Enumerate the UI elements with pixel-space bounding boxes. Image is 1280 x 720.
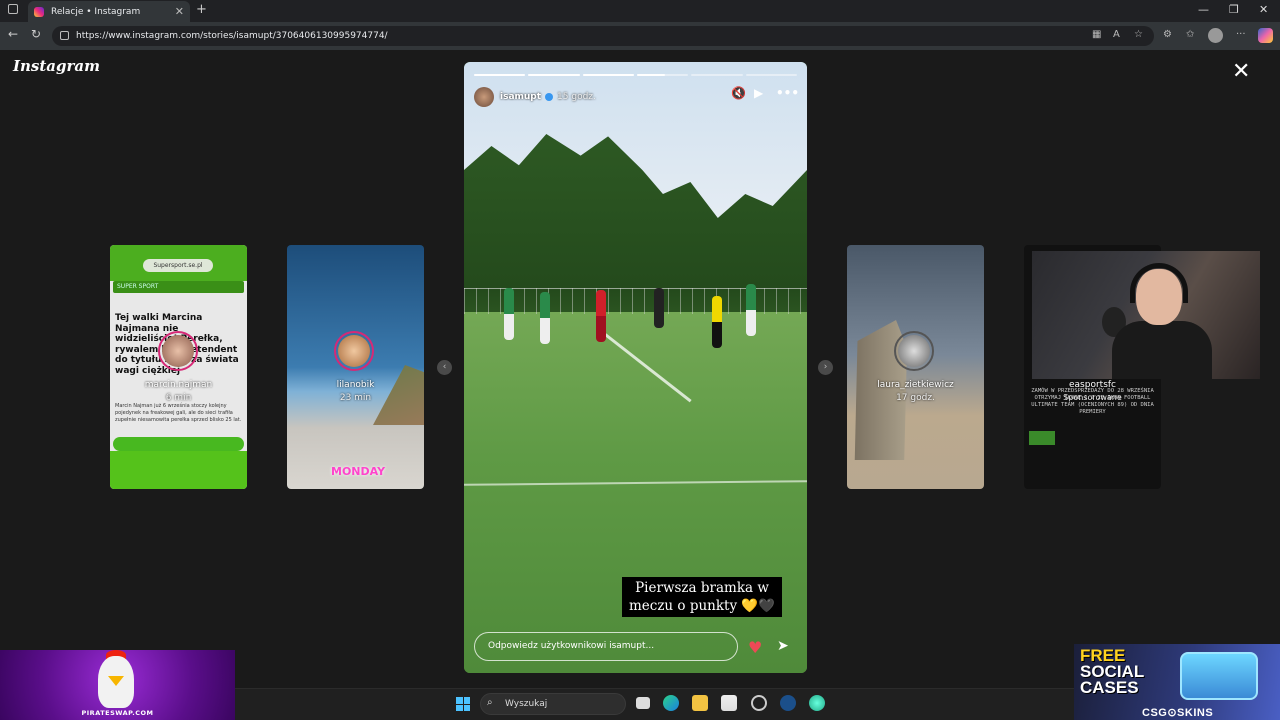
new-tab-icon[interactable]: + bbox=[196, 2, 207, 17]
player bbox=[504, 288, 514, 340]
story-caption: Pierwsza bramka w meczu o punkty 💛🖤 bbox=[622, 577, 782, 617]
story-progress-fill bbox=[637, 74, 666, 76]
extensions-icon[interactable]: ⚙ bbox=[1163, 29, 1172, 40]
story-username: lilanobik bbox=[336, 380, 375, 390]
site-nav-bar bbox=[113, 437, 244, 451]
edge-icon[interactable] bbox=[663, 695, 679, 711]
read-aloud-icon[interactable]: A bbox=[1113, 29, 1120, 40]
player bbox=[746, 284, 756, 336]
windows-taskbar bbox=[235, 688, 1074, 720]
app-available-icon[interactable]: ▦ bbox=[1092, 29, 1101, 40]
favorites-icon[interactable]: ✩ bbox=[1186, 29, 1194, 40]
file-explorer-icon[interactable] bbox=[692, 695, 708, 711]
site-bar: SUPER SPORT bbox=[113, 281, 244, 293]
back-icon[interactable]: ← bbox=[8, 27, 18, 41]
active-story[interactable]: isamupt 15 godz. 🔇 ▶ ••• Pierwsza bramka… bbox=[464, 62, 807, 673]
instagram-logo[interactable]: Instagram bbox=[13, 57, 100, 75]
article-body: Marcin Najman już 6 września stoczy kole… bbox=[115, 403, 242, 423]
player bbox=[596, 290, 606, 342]
browser-tab-bar: Relacje • Instagram ✕ + — ❐ ✕ bbox=[0, 0, 1280, 22]
reply-input[interactable]: Odpowiedz użytkownikowi isamupt... bbox=[474, 632, 738, 661]
close-tab-icon[interactable]: ✕ bbox=[175, 5, 184, 18]
story-username: laura_zietkiewicz bbox=[877, 380, 954, 390]
send-icon[interactable]: ➤ bbox=[777, 638, 789, 654]
close-stories-icon[interactable]: ✕ bbox=[1232, 61, 1250, 83]
story-avatar[interactable] bbox=[474, 87, 494, 107]
url-field[interactable]: https://www.instagram.com/stories/isamup… bbox=[52, 26, 1154, 46]
site-info-icon[interactable] bbox=[60, 31, 69, 40]
mute-icon[interactable]: 🔇 bbox=[731, 86, 746, 100]
avatar bbox=[158, 331, 198, 371]
streamer-webcam bbox=[1032, 251, 1260, 379]
story-username[interactable]: isamupt bbox=[500, 92, 541, 102]
refresh-icon[interactable]: ↻ bbox=[31, 27, 41, 41]
story-progress-segment bbox=[745, 74, 797, 76]
restore-icon[interactable]: ❐ bbox=[1229, 3, 1239, 16]
story-preview-laura-zietkiewicz[interactable]: laura_zietkiewicz 17 godz. bbox=[847, 245, 984, 489]
steam-icon[interactable] bbox=[780, 695, 796, 711]
minimize-icon[interactable]: — bbox=[1198, 3, 1209, 16]
browser-address-bar: ← ↻ https://www.instagram.com/stories/is… bbox=[0, 22, 1280, 50]
copilot-icon[interactable] bbox=[1258, 28, 1273, 43]
player bbox=[654, 288, 664, 328]
story-header: isamupt 15 godz. bbox=[474, 86, 799, 108]
pirateswap-brand: PIRATESWAP.COM bbox=[81, 709, 154, 717]
more-options-icon[interactable]: ··· bbox=[1236, 29, 1246, 40]
avatar bbox=[894, 331, 934, 371]
previous-story-icon[interactable]: ‹ bbox=[437, 360, 452, 375]
browser-tab-instagram[interactable]: Relacje • Instagram ✕ bbox=[28, 1, 190, 22]
story-progress-fill bbox=[528, 74, 580, 76]
card-footer bbox=[110, 451, 247, 489]
player bbox=[712, 296, 722, 348]
monday-sticker: MONDAY bbox=[331, 465, 386, 478]
story-time: 23 min bbox=[339, 393, 372, 403]
store-icon[interactable] bbox=[721, 695, 737, 711]
csgo-brand: CSG⊙SKINS bbox=[1142, 707, 1214, 719]
play-icon[interactable]: ▶ bbox=[754, 86, 763, 100]
source-pill: Supersport.se.pl bbox=[143, 259, 213, 272]
story-time: 17 godz. bbox=[896, 393, 935, 403]
story-progress-segment bbox=[691, 74, 743, 76]
globe-app-icon[interactable] bbox=[809, 695, 825, 711]
url-text: https://www.instagram.com/stories/isamup… bbox=[76, 31, 388, 41]
instagram-favicon-icon bbox=[34, 6, 44, 17]
csgo-headline: FREE SOCIAL CASES bbox=[1080, 646, 1145, 697]
favorite-star-icon[interactable]: ☆ bbox=[1134, 29, 1143, 40]
promo-logo bbox=[1029, 431, 1055, 445]
profile-avatar[interactable] bbox=[1208, 28, 1223, 43]
story-progress-fill bbox=[474, 74, 526, 76]
story-preview-lilanobik[interactable]: lilanobik 23 min MONDAY bbox=[287, 245, 424, 489]
story-progress-fill bbox=[582, 74, 634, 76]
window-close-icon[interactable]: ✕ bbox=[1259, 3, 1268, 16]
next-story-icon[interactable]: › bbox=[818, 360, 833, 375]
tab-actions-icon[interactable] bbox=[8, 4, 18, 14]
story-preview-marcin-najman[interactable]: Supersport.se.pl SUPER SPORT Tej walki M… bbox=[110, 245, 247, 489]
avatar bbox=[334, 331, 374, 371]
story-time: 15 godz. bbox=[557, 92, 596, 102]
player bbox=[540, 292, 550, 344]
search-icon: ⌕ bbox=[487, 697, 493, 708]
case-box-icon bbox=[1180, 652, 1258, 700]
tab-title: Relacje • Instagram bbox=[51, 6, 141, 17]
story-time: 6 min bbox=[165, 393, 192, 403]
taskbar-search[interactable]: Wyszukaj bbox=[480, 693, 626, 715]
task-view-icon[interactable] bbox=[636, 697, 650, 709]
promo-text: ZAMÓW W PRZEDSPRZEDAŻY DO 28 WRZEŚNIA OT… bbox=[1031, 388, 1154, 415]
story-username: marcin.najman bbox=[144, 380, 213, 390]
start-button[interactable] bbox=[456, 697, 470, 711]
app-icon[interactable] bbox=[751, 695, 767, 711]
more-options-icon[interactable]: ••• bbox=[776, 86, 799, 100]
screen: Relacje • Instagram ✕ + — ❐ ✕ ← ↻ https:… bbox=[0, 0, 1280, 720]
like-heart-icon[interactable]: ♥ bbox=[748, 638, 762, 657]
verified-badge-icon bbox=[545, 93, 554, 101]
